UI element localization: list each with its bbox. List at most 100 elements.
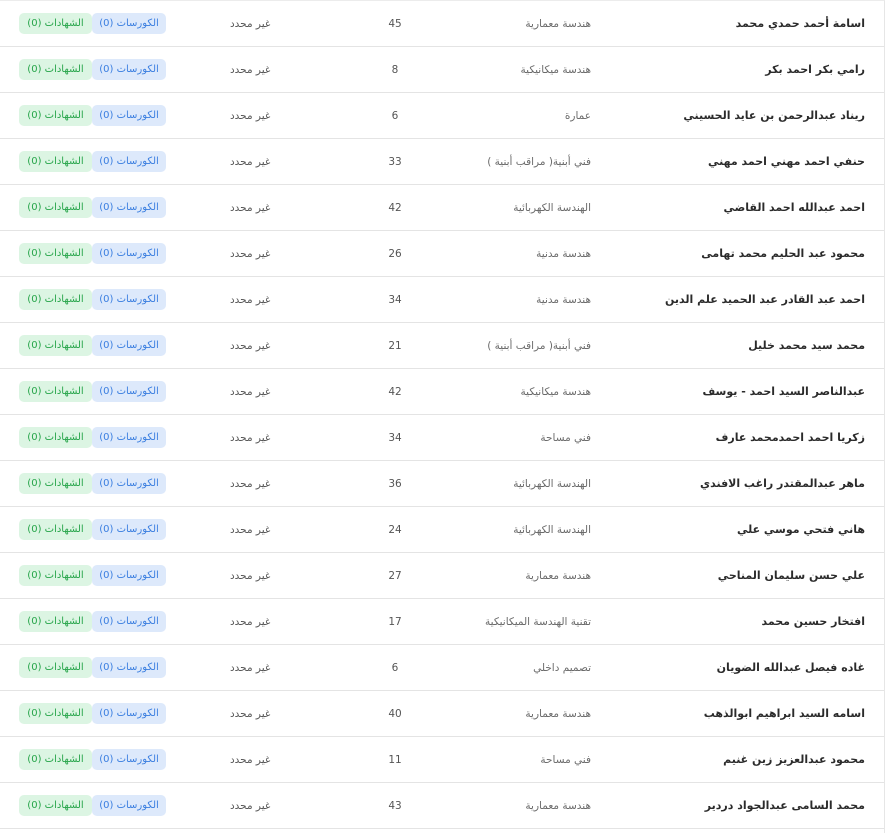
table-row: زكريا احمد احمدمحمد عارف فني مساحة 34 غي… <box>0 415 884 461</box>
member-name: رامي بكر احمد بكر <box>765 63 865 76</box>
table-body: اسامة أحمد حمدي محمد هندسة معمارية 45 غي… <box>0 1 884 829</box>
member-specialty: هندسة معمارية <box>525 707 591 720</box>
courses-button[interactable]: الكورسات (0) <box>92 427 166 448</box>
table-row: عبدالناصر السيد احمد - يوسف هندسة ميكاني… <box>0 369 884 415</box>
certificates-button[interactable]: الشهادات (0) <box>19 703 92 724</box>
table-row: محمد السامى عبدالجواد دردير هندسة معماري… <box>0 783 884 829</box>
courses-button[interactable]: الكورسات (0) <box>92 59 166 80</box>
member-number: 17 <box>388 615 402 628</box>
member-specialty: الهندسة الكهربائية <box>513 201 591 214</box>
certificates-button[interactable]: الشهادات (0) <box>19 13 92 34</box>
member-specialty: تصميم داخلي <box>533 661 591 674</box>
member-specialty: هندسة ميكانيكية <box>520 63 591 76</box>
table-row: اسامه السيد ابراهيم ابوالذهب هندسة معمار… <box>0 691 884 737</box>
member-actions: الشهادات (0) الكورسات (0) <box>19 415 166 460</box>
member-actions: الشهادات (0) الكورسات (0) <box>19 139 166 184</box>
member-specialty: هندسة معمارية <box>525 17 591 30</box>
member-status: غير محدد <box>230 569 271 582</box>
courses-button[interactable]: الكورسات (0) <box>92 657 166 678</box>
certificates-button[interactable]: الشهادات (0) <box>19 289 92 310</box>
member-number: 43 <box>388 799 402 812</box>
member-actions: الشهادات (0) الكورسات (0) <box>19 47 166 92</box>
member-name: احمد عبدالله احمد القاضي <box>723 201 865 214</box>
member-number: 27 <box>388 569 402 582</box>
courses-button[interactable]: الكورسات (0) <box>92 611 166 632</box>
member-name: اسامة أحمد حمدي محمد <box>735 17 865 30</box>
courses-button[interactable]: الكورسات (0) <box>92 335 166 356</box>
member-status: غير محدد <box>230 661 271 674</box>
certificates-button[interactable]: الشهادات (0) <box>19 427 92 448</box>
member-number: 34 <box>388 293 402 306</box>
member-status: غير محدد <box>230 477 271 490</box>
certificates-button[interactable]: الشهادات (0) <box>19 473 92 494</box>
member-actions: الشهادات (0) الكورسات (0) <box>19 691 166 736</box>
courses-button[interactable]: الكورسات (0) <box>92 243 166 264</box>
courses-button[interactable]: الكورسات (0) <box>92 151 166 172</box>
member-actions: الشهادات (0) الكورسات (0) <box>19 553 166 598</box>
certificates-button[interactable]: الشهادات (0) <box>19 151 92 172</box>
members-table: اسامة أحمد حمدي محمد هندسة معمارية 45 غي… <box>0 0 885 833</box>
member-status: غير محدد <box>230 707 271 720</box>
member-number: 26 <box>388 247 402 260</box>
courses-button[interactable]: الكورسات (0) <box>92 381 166 402</box>
courses-button[interactable]: الكورسات (0) <box>92 749 166 770</box>
certificates-button[interactable]: الشهادات (0) <box>19 381 92 402</box>
member-status: غير محدد <box>230 17 271 30</box>
table-row: محمود عبد الحليم محمد تهامى هندسة مدنية … <box>0 231 884 277</box>
courses-button[interactable]: الكورسات (0) <box>92 105 166 126</box>
member-actions: الشهادات (0) الكورسات (0) <box>19 185 166 230</box>
certificates-button[interactable]: الشهادات (0) <box>19 519 92 540</box>
member-name: علي حسن سليمان المناحي <box>717 569 865 582</box>
member-number: 21 <box>388 339 402 352</box>
member-status: غير محدد <box>230 247 271 260</box>
certificates-button[interactable]: الشهادات (0) <box>19 197 92 218</box>
certificates-button[interactable]: الشهادات (0) <box>19 565 92 586</box>
member-specialty: فني أبنية( مراقب أبنية ) <box>487 339 591 352</box>
member-number: 6 <box>391 109 399 122</box>
member-name: محمود عبدالعزيز زين غنيم <box>723 753 865 766</box>
member-status: غير محدد <box>230 523 271 536</box>
courses-button[interactable]: الكورسات (0) <box>92 473 166 494</box>
table-row: غاده فيصل عبدالله الضويان تصميم داخلي 6 … <box>0 645 884 691</box>
member-name: محمد السامى عبدالجواد دردير <box>704 799 865 812</box>
member-name: هاني فتحي موسي علي <box>736 523 865 536</box>
certificates-button[interactable]: الشهادات (0) <box>19 59 92 80</box>
member-specialty: هندسة معمارية <box>525 569 591 582</box>
member-actions: الشهادات (0) الكورسات (0) <box>19 277 166 322</box>
courses-button[interactable]: الكورسات (0) <box>92 13 166 34</box>
courses-button[interactable]: الكورسات (0) <box>92 197 166 218</box>
courses-button[interactable]: الكورسات (0) <box>92 795 166 816</box>
member-actions: الشهادات (0) الكورسات (0) <box>19 599 166 644</box>
certificates-button[interactable]: الشهادات (0) <box>19 749 92 770</box>
courses-button[interactable]: الكورسات (0) <box>92 289 166 310</box>
member-number: 42 <box>388 385 402 398</box>
member-name: زكريا احمد احمدمحمد عارف <box>715 431 865 444</box>
member-actions: الشهادات (0) الكورسات (0) <box>19 369 166 414</box>
table-row: رامي بكر احمد بكر هندسة ميكانيكية 8 غير … <box>0 47 884 93</box>
member-specialty: تقنية الهندسة الميكانيكية <box>485 615 591 628</box>
member-specialty: هندسة ميكانيكية <box>520 385 591 398</box>
table-row: احمد عبدالله احمد القاضي الهندسة الكهربا… <box>0 185 884 231</box>
member-actions: الشهادات (0) الكورسات (0) <box>19 461 166 506</box>
member-number: 45 <box>388 17 402 30</box>
certificates-button[interactable]: الشهادات (0) <box>19 795 92 816</box>
courses-button[interactable]: الكورسات (0) <box>92 565 166 586</box>
certificates-button[interactable]: الشهادات (0) <box>19 243 92 264</box>
member-number: 40 <box>388 707 402 720</box>
table-row: محمود عبدالعزيز زين غنيم فني مساحة 11 غي… <box>0 737 884 783</box>
certificates-button[interactable]: الشهادات (0) <box>19 335 92 356</box>
member-status: غير محدد <box>230 201 271 214</box>
member-specialty: فني مساحة <box>540 753 591 766</box>
member-actions: الشهادات (0) الكورسات (0) <box>19 323 166 368</box>
certificates-button[interactable]: الشهادات (0) <box>19 105 92 126</box>
table-row: هاني فتحي موسي علي الهندسة الكهربائية 24… <box>0 507 884 553</box>
member-specialty: فني أبنية( مراقب أبنية ) <box>487 155 591 168</box>
certificates-button[interactable]: الشهادات (0) <box>19 611 92 632</box>
member-status: غير محدد <box>230 155 271 168</box>
certificates-button[interactable]: الشهادات (0) <box>19 657 92 678</box>
member-specialty: الهندسة الكهربائية <box>513 477 591 490</box>
courses-button[interactable]: الكورسات (0) <box>92 519 166 540</box>
courses-button[interactable]: الكورسات (0) <box>92 703 166 724</box>
member-actions: الشهادات (0) الكورسات (0) <box>19 737 166 782</box>
table-row: ريناد عبدالرحمن بن عايد الحسيني عمارة 6 … <box>0 93 884 139</box>
